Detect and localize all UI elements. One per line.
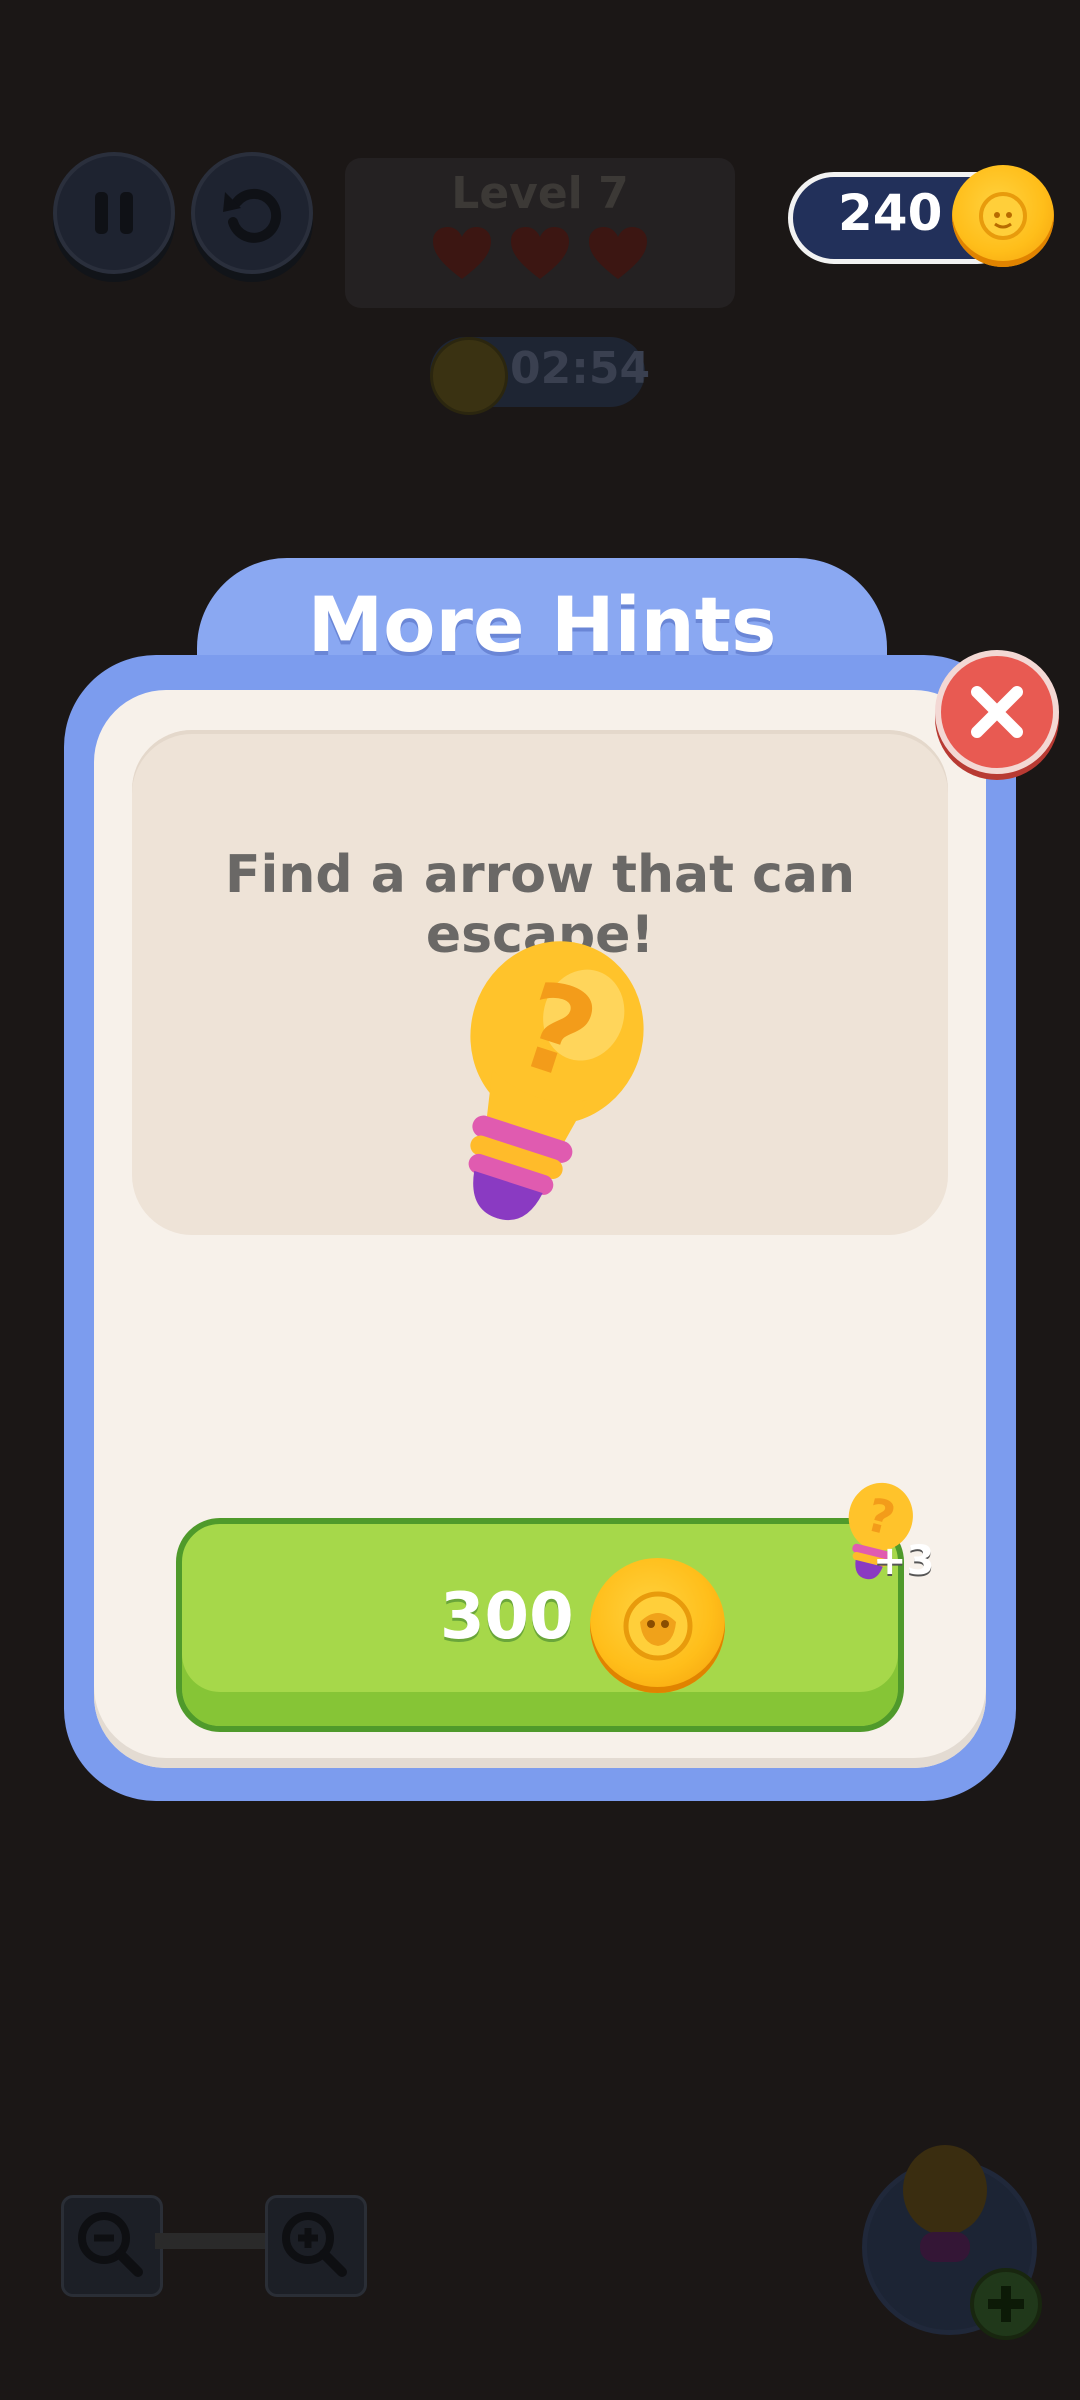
level-title: Level 7 bbox=[451, 168, 629, 219]
pause-icon bbox=[95, 192, 133, 234]
clock-icon bbox=[430, 337, 508, 415]
heart-icon bbox=[589, 227, 647, 279]
lives-hearts bbox=[431, 225, 649, 281]
zoom-in-button[interactable] bbox=[265, 2195, 367, 2297]
reward-count: +3 bbox=[873, 1538, 935, 1584]
coin-icon bbox=[590, 1558, 725, 1693]
zoom-slider[interactable] bbox=[155, 2233, 270, 2249]
add-hint-badge bbox=[970, 2268, 1042, 2340]
coin-icon bbox=[952, 165, 1054, 267]
zoom-out-icon bbox=[78, 2212, 143, 2277]
undo-icon bbox=[223, 188, 282, 243]
timer-text: 02:54 bbox=[510, 343, 651, 394]
lightbulb-question-icon: ? bbox=[468, 941, 644, 1221]
zoom-out-button[interactable] bbox=[61, 2195, 163, 2297]
heart-icon bbox=[433, 227, 491, 279]
modal-title: More Hints bbox=[307, 580, 777, 669]
undo-button[interactable] bbox=[191, 152, 313, 274]
heart-icon bbox=[511, 227, 569, 279]
level-panel: Level 7 bbox=[345, 158, 735, 308]
coin-balance-value: 240 bbox=[838, 184, 943, 242]
close-icon bbox=[971, 686, 1023, 738]
buy-price: 300 bbox=[440, 1580, 574, 1654]
lightbulb-question-icon bbox=[903, 2145, 987, 2262]
pause-button[interactable] bbox=[53, 152, 175, 274]
close-button[interactable] bbox=[935, 650, 1059, 774]
zoom-in-icon bbox=[282, 2212, 347, 2277]
